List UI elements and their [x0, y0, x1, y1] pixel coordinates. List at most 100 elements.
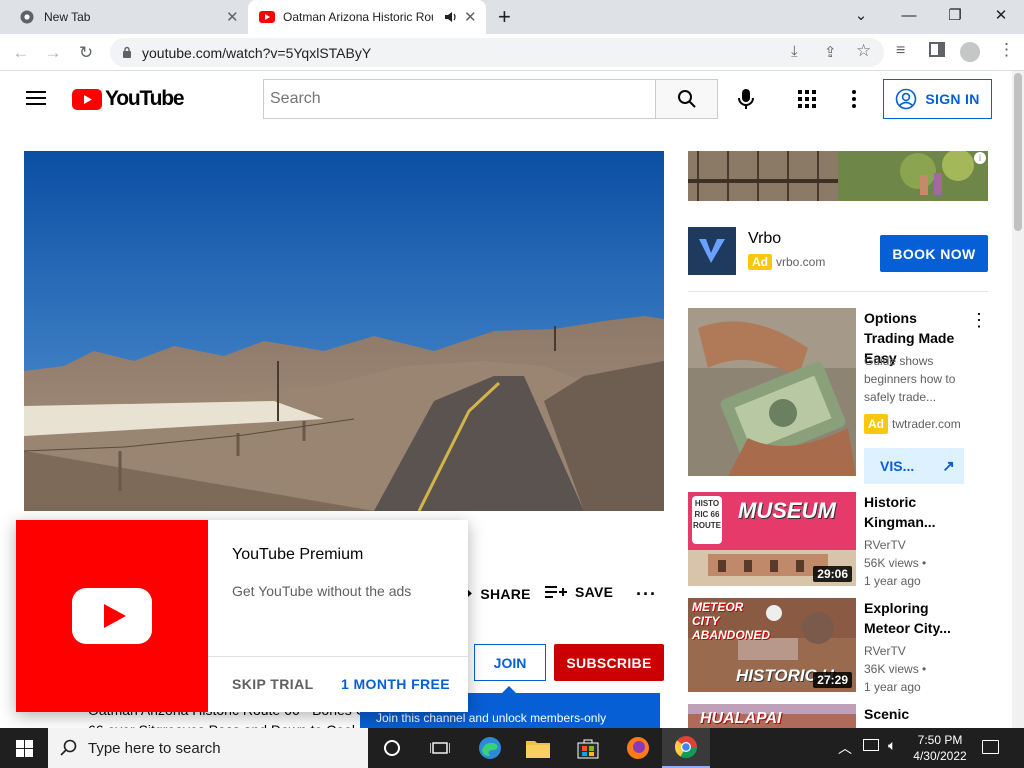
- clock[interactable]: 7:50 PM 4/30/2022: [912, 732, 968, 764]
- profile-avatar-icon[interactable]: [960, 42, 980, 62]
- video-stats: 56K views •: [864, 556, 927, 570]
- video-title[interactable]: Historic Kingman...: [864, 492, 944, 532]
- display-ad-banner[interactable]: i: [688, 151, 988, 201]
- video-channel[interactable]: RVerTV: [864, 642, 906, 660]
- sidebar-divider: [688, 291, 988, 292]
- windows-taskbar: Type here to search ︿ 🔈︎ 7:50 PM 4/30/20…: [0, 728, 1024, 768]
- premium-banner-image: [16, 520, 208, 712]
- scrollbar-thumb[interactable]: [1014, 73, 1022, 231]
- popup-divider: [208, 656, 468, 657]
- share-button[interactable]: ⮕ SHARE: [458, 584, 531, 604]
- youtube-premium-popup: YouTube Premium Get YouTube without the …: [16, 520, 468, 712]
- settings-dots-icon[interactable]: [852, 90, 856, 108]
- youtube-play-icon: [72, 588, 152, 644]
- new-tab-button[interactable]: +: [498, 0, 522, 34]
- video-thumbnail[interactable]: HISTORIC 66 ROUTE MUSEUM 29:06: [688, 492, 856, 586]
- forward-arrow-icon[interactable]: →: [40, 40, 66, 66]
- search-icon: [60, 739, 77, 756]
- browser-toolbar: ← → ↻ youtube.com/watch?v=5YqxlSTAByY ⤓ …: [0, 34, 1024, 71]
- window-close-icon[interactable]: ✕: [978, 0, 1024, 30]
- reload-icon[interactable]: ↻: [73, 40, 99, 66]
- apps-grid-icon[interactable]: [798, 90, 816, 108]
- back-arrow-icon[interactable]: ←: [8, 40, 34, 66]
- chrome-menu-icon[interactable]: ⋮: [998, 40, 1015, 60]
- restore-icon[interactable]: ❐: [932, 0, 978, 30]
- video-channel[interactable]: RVerTV: [864, 536, 906, 554]
- video-title[interactable]: Scenic: [864, 704, 974, 724]
- close-icon[interactable]: ✕: [226, 8, 239, 26]
- media-control-icon[interactable]: ≡: [896, 42, 905, 60]
- video-frame-image: [24, 151, 664, 511]
- cortana-icon[interactable]: [368, 728, 416, 768]
- banner-pointer: [502, 686, 516, 693]
- clock-time: 7:50 PM: [917, 733, 963, 747]
- microsoft-store-icon[interactable]: [564, 728, 612, 768]
- video-player[interactable]: [24, 151, 664, 511]
- chrome-taskbar-icon[interactable]: [662, 728, 710, 768]
- notifications-icon[interactable]: [982, 740, 999, 754]
- save-button[interactable]: SAVE: [545, 584, 613, 600]
- book-now-button[interactable]: BOOK NOW: [880, 235, 988, 272]
- youtube-favicon-icon: [259, 11, 275, 23]
- speaker-icon[interactable]: [444, 11, 457, 23]
- ad-info-icon[interactable]: i: [974, 152, 986, 164]
- video-title[interactable]: Exploring Meteor City...: [864, 598, 960, 638]
- video-thumbnail[interactable]: METEOR CITY ABANDONED HISTORIC U 27:29: [688, 598, 856, 692]
- join-label: JOIN: [493, 654, 527, 671]
- video-thumbnail[interactable]: HUALAPAI: [688, 704, 856, 728]
- bookmark-star-icon[interactable]: ☆: [856, 41, 871, 61]
- ad-badge: Ad: [864, 414, 888, 434]
- side-panel-icon[interactable]: [929, 42, 945, 57]
- tab-title: New Tab: [44, 10, 91, 24]
- hamburger-menu-icon[interactable]: [26, 90, 46, 106]
- video-views: 36K views: [864, 662, 919, 676]
- skip-trial-button[interactable]: SKIP TRIAL: [232, 676, 314, 692]
- taskbar-search-box[interactable]: Type here to search: [48, 728, 368, 768]
- search-input[interactable]: [263, 79, 656, 119]
- address-bar[interactable]: youtube.com/watch?v=5YqxlSTAByY ⤓ ⇪ ☆: [110, 38, 884, 67]
- tab-youtube-video[interactable]: Oatman Arizona Historic Rou ✕: [248, 0, 486, 34]
- ad-domain: vrbo.com: [776, 255, 826, 269]
- members-banner-text: Join this channel and unlock members-onl…: [376, 711, 607, 725]
- ad-source: Ad vrbo.com: [748, 254, 825, 270]
- microphone-icon[interactable]: [738, 88, 754, 110]
- edge-icon[interactable]: [466, 728, 514, 768]
- subscribe-label: SUBSCRIBE: [566, 654, 652, 671]
- close-icon[interactable]: ✕: [464, 8, 477, 26]
- start-button[interactable]: [0, 728, 48, 768]
- thumb-badge: HISTORIC 66 ROUTE: [693, 499, 721, 530]
- duration-badge: 29:06: [813, 566, 852, 582]
- subscribe-button[interactable]: SUBSCRIBE: [554, 644, 664, 681]
- one-month-free-button[interactable]: 1 MONTH FREE: [341, 676, 450, 692]
- search-button[interactable]: [655, 79, 718, 119]
- volume-icon[interactable]: 🔈︎: [888, 737, 896, 754]
- ad-badge: Ad: [748, 254, 772, 270]
- windows-logo-icon: [15, 739, 33, 757]
- tab-new-tab[interactable]: New Tab ✕: [8, 0, 248, 34]
- file-explorer-icon[interactable]: [514, 728, 562, 768]
- network-icon[interactable]: [863, 739, 879, 751]
- tab-search-icon[interactable]: ⌄: [838, 0, 884, 30]
- video-stats: 36K views •: [864, 662, 927, 676]
- share-page-icon[interactable]: ⇪: [824, 43, 837, 61]
- system-tray-chevron-icon[interactable]: ︿: [838, 738, 852, 758]
- external-link-icon: ↗: [942, 458, 955, 475]
- task-view-icon[interactable]: [416, 728, 464, 768]
- join-button[interactable]: JOIN: [474, 644, 546, 681]
- thumb-text: HUALAPAI: [700, 710, 782, 727]
- lock-icon: [123, 46, 131, 58]
- logo-text: YouTube: [105, 87, 185, 110]
- playlist-add-icon: [545, 586, 567, 598]
- page-scrollbar[interactable]: [1012, 71, 1024, 728]
- visit-label: VIS...: [880, 458, 915, 474]
- firefox-icon[interactable]: [614, 728, 662, 768]
- install-icon[interactable]: ⤓: [791, 43, 798, 60]
- promo-thumbnail[interactable]: [688, 308, 856, 476]
- promo-more-icon[interactable]: ⋮: [970, 310, 988, 331]
- minimize-icon[interactable]: —: [886, 0, 932, 30]
- youtube-logo[interactable]: YouTube: [72, 87, 185, 110]
- book-now-label: BOOK NOW: [892, 245, 976, 262]
- sign-in-button[interactable]: SIGN IN: [883, 79, 992, 119]
- visit-site-button[interactable]: VIS... ↗: [864, 448, 964, 484]
- more-actions-icon[interactable]: ···: [636, 584, 657, 605]
